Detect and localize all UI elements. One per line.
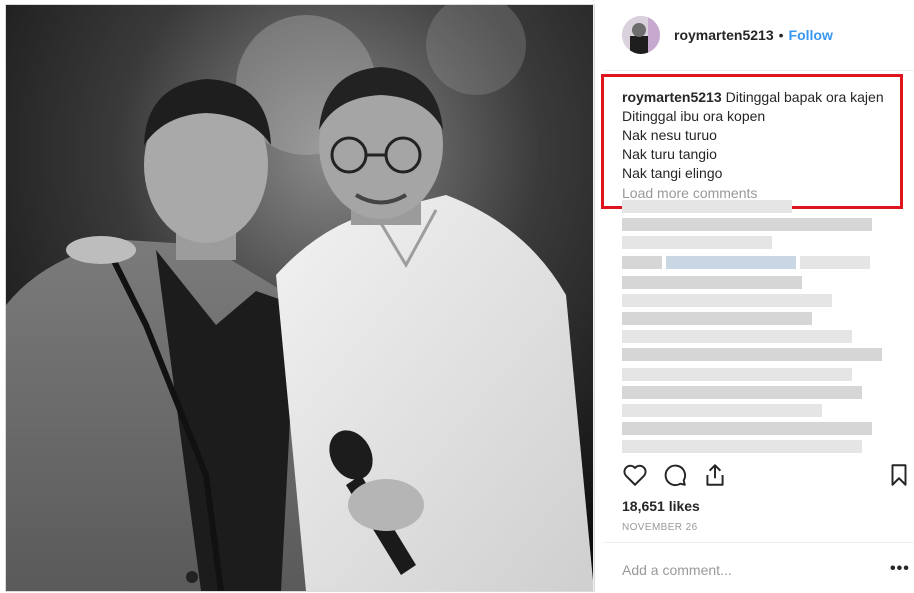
comment-divider xyxy=(603,542,914,543)
caption-line-1: roymarten5213 Ditinggal bapak ora kajen xyxy=(622,88,892,107)
speech-bubble-icon xyxy=(664,464,687,487)
avatar[interactable] xyxy=(622,16,660,54)
separator-dot: • xyxy=(778,27,784,43)
caption-line-3: Nak nesu turuo xyxy=(622,127,717,143)
post-header: roymarten5213 • Follow xyxy=(622,14,833,56)
more-options-button[interactable]: ••• xyxy=(890,560,910,578)
comment-input[interactable] xyxy=(622,560,862,580)
heart-icon xyxy=(623,464,647,486)
post-username[interactable]: roymarten5213 xyxy=(674,27,774,43)
blurred-comments xyxy=(622,196,894,453)
share-button[interactable] xyxy=(702,462,730,490)
header-divider xyxy=(603,70,914,71)
bookmark-icon xyxy=(891,464,907,486)
panel-divider xyxy=(593,0,594,593)
avatar-image xyxy=(622,16,660,54)
post-photo[interactable] xyxy=(5,4,595,592)
caption-username[interactable]: roymarten5213 xyxy=(622,89,722,105)
like-button[interactable] xyxy=(622,462,650,490)
caption-line-4: Nak turu tangio xyxy=(622,146,717,162)
post-date: NOVEMBER 26 xyxy=(622,522,698,533)
caption-line-5: Nak tangi elingo xyxy=(622,165,723,181)
caption-text-1: Ditinggal bapak ora kajen xyxy=(725,89,884,105)
follow-button[interactable]: Follow xyxy=(789,27,833,43)
action-bar xyxy=(622,462,912,492)
save-button[interactable] xyxy=(886,462,914,490)
caption: roymarten5213 Ditinggal bapak ora kajen D… xyxy=(622,88,892,183)
share-icon xyxy=(706,464,724,486)
caption-line-2: Ditinggal ibu ora kopen xyxy=(622,108,766,124)
photo-image xyxy=(6,5,594,591)
likes-count[interactable]: 18,651 likes xyxy=(622,498,700,514)
comment-button[interactable] xyxy=(662,462,690,490)
